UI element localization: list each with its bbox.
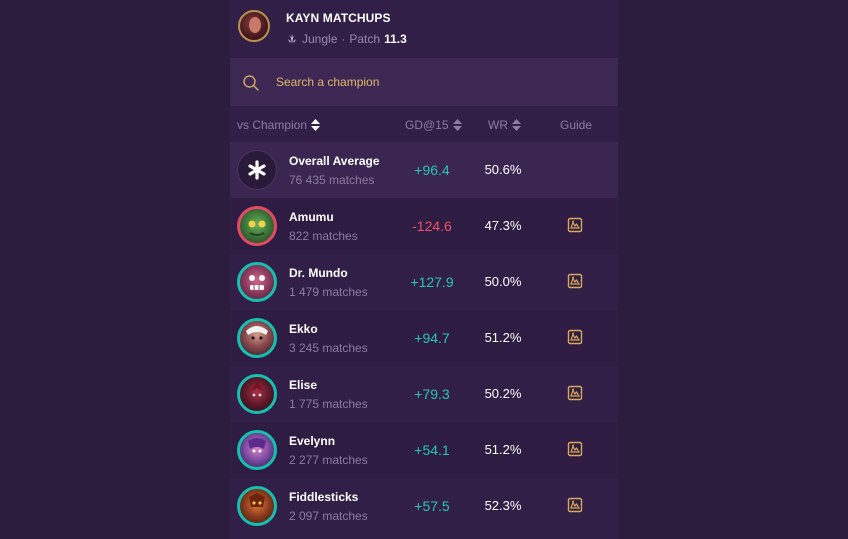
gold-diff-value: -124.6 — [412, 218, 452, 234]
match-count: 3 245 matches — [289, 341, 368, 355]
table-row-ekko[interactable]: Ekko 3 245 matches +94.7 51.2% — [230, 310, 618, 366]
table-row-amumu[interactable]: Amumu 822 matches -124.6 47.3% — [230, 198, 618, 254]
patch-label: Patch — [349, 32, 381, 46]
gold-diff-value: +57.5 — [414, 498, 450, 514]
champion-name: Overall Average — [289, 154, 380, 168]
champion-name: Evelynn — [289, 434, 336, 448]
champion-name: Fiddlesticks — [289, 490, 359, 504]
drmundo-portrait-icon — [237, 262, 277, 302]
guide-book-icon[interactable] — [567, 441, 583, 457]
search-bar[interactable] — [230, 58, 618, 106]
table-row-overall-average[interactable]: Overall Average 76 435 matches +96.4 50.… — [230, 142, 618, 198]
guide-book-icon[interactable] — [567, 273, 583, 289]
patch-value: 11.3 — [384, 32, 407, 46]
column-header-wr[interactable]: WR — [488, 118, 521, 132]
matchups-panel: KAYN MATCHUPS Jungle · Patch 11.3 vs Cha… — [230, 0, 618, 539]
column-header-wr-label: WR — [488, 118, 508, 132]
page-title: KAYN MATCHUPS — [286, 11, 391, 25]
column-header-guide: Guide — [560, 118, 592, 132]
page-header: KAYN MATCHUPS Jungle · Patch 11.3 — [238, 10, 608, 48]
asterisk-icon — [237, 150, 277, 190]
search-input[interactable] — [276, 72, 596, 92]
column-header-champion[interactable]: vs Champion — [237, 118, 321, 132]
ekko-portrait-icon — [237, 318, 277, 358]
champion-name: Amumu — [289, 210, 334, 224]
kayn-portrait-icon — [238, 10, 270, 42]
matchup-list: Overall Average 76 435 matches +96.4 50.… — [230, 142, 618, 534]
amumu-portrait-icon — [237, 206, 277, 246]
guide-book-icon[interactable] — [567, 497, 583, 513]
column-header-champion-label: vs Champion — [237, 118, 308, 132]
gold-diff-value: +94.7 — [414, 330, 450, 346]
win-rate-value: 52.3% — [484, 498, 522, 513]
match-count: 822 matches — [289, 229, 358, 243]
gold-diff-value: +79.3 — [414, 386, 450, 402]
table-row-elise[interactable]: Elise 1 775 matches +79.3 50.2% — [230, 366, 618, 422]
sort-icon — [452, 119, 462, 131]
win-rate-value: 51.2% — [484, 442, 522, 457]
jungle-role-icon — [288, 34, 296, 44]
search-icon — [243, 75, 259, 91]
column-header-gd[interactable]: GD@15 — [405, 118, 462, 132]
win-rate-value: 51.2% — [484, 330, 522, 345]
evelynn-portrait-icon — [237, 430, 277, 470]
subtitle-separator: · — [341, 32, 346, 46]
champion-name: Dr. Mundo — [289, 266, 348, 280]
win-rate-value: 50.0% — [484, 274, 522, 289]
sort-icon — [311, 119, 321, 131]
match-count: 1 479 matches — [289, 285, 368, 299]
win-rate-value: 50.6% — [484, 162, 522, 177]
fiddlesticks-portrait-icon — [237, 486, 277, 526]
column-header-guide-label: Guide — [560, 118, 593, 132]
champion-name: Elise — [289, 378, 318, 392]
role-label: Jungle — [302, 32, 338, 46]
match-count: 1 775 matches — [289, 397, 368, 411]
match-count: 2 097 matches — [289, 509, 368, 523]
match-count: 76 435 matches — [289, 173, 375, 187]
column-header-gd-label: GD@15 — [405, 118, 449, 132]
match-count: 2 277 matches — [289, 453, 368, 467]
win-rate-value: 50.2% — [484, 386, 522, 401]
table-row-evelynn[interactable]: Evelynn 2 277 matches +54.1 51.2% — [230, 422, 618, 478]
sort-icon — [512, 119, 521, 131]
guide-book-icon[interactable] — [567, 217, 583, 233]
table-row-fiddlesticks[interactable]: Fiddlesticks 2 097 matches +57.5 52.3% — [230, 478, 618, 534]
guide-book-icon[interactable] — [567, 329, 583, 345]
gold-diff-value: +54.1 — [414, 442, 450, 458]
guide-book-icon[interactable] — [567, 385, 583, 401]
table-row-dr-mundo[interactable]: Dr. Mundo 1 479 matches +127.9 50.0% — [230, 254, 618, 310]
win-rate-value: 47.3% — [484, 218, 522, 233]
gold-diff-value: +127.9 — [410, 274, 454, 290]
gold-diff-value: +96.4 — [414, 162, 450, 178]
champion-name: Ekko — [289, 322, 318, 336]
elise-portrait-icon — [237, 374, 277, 414]
page-subtitle: Jungle · Patch 11.3 — [286, 32, 407, 46]
